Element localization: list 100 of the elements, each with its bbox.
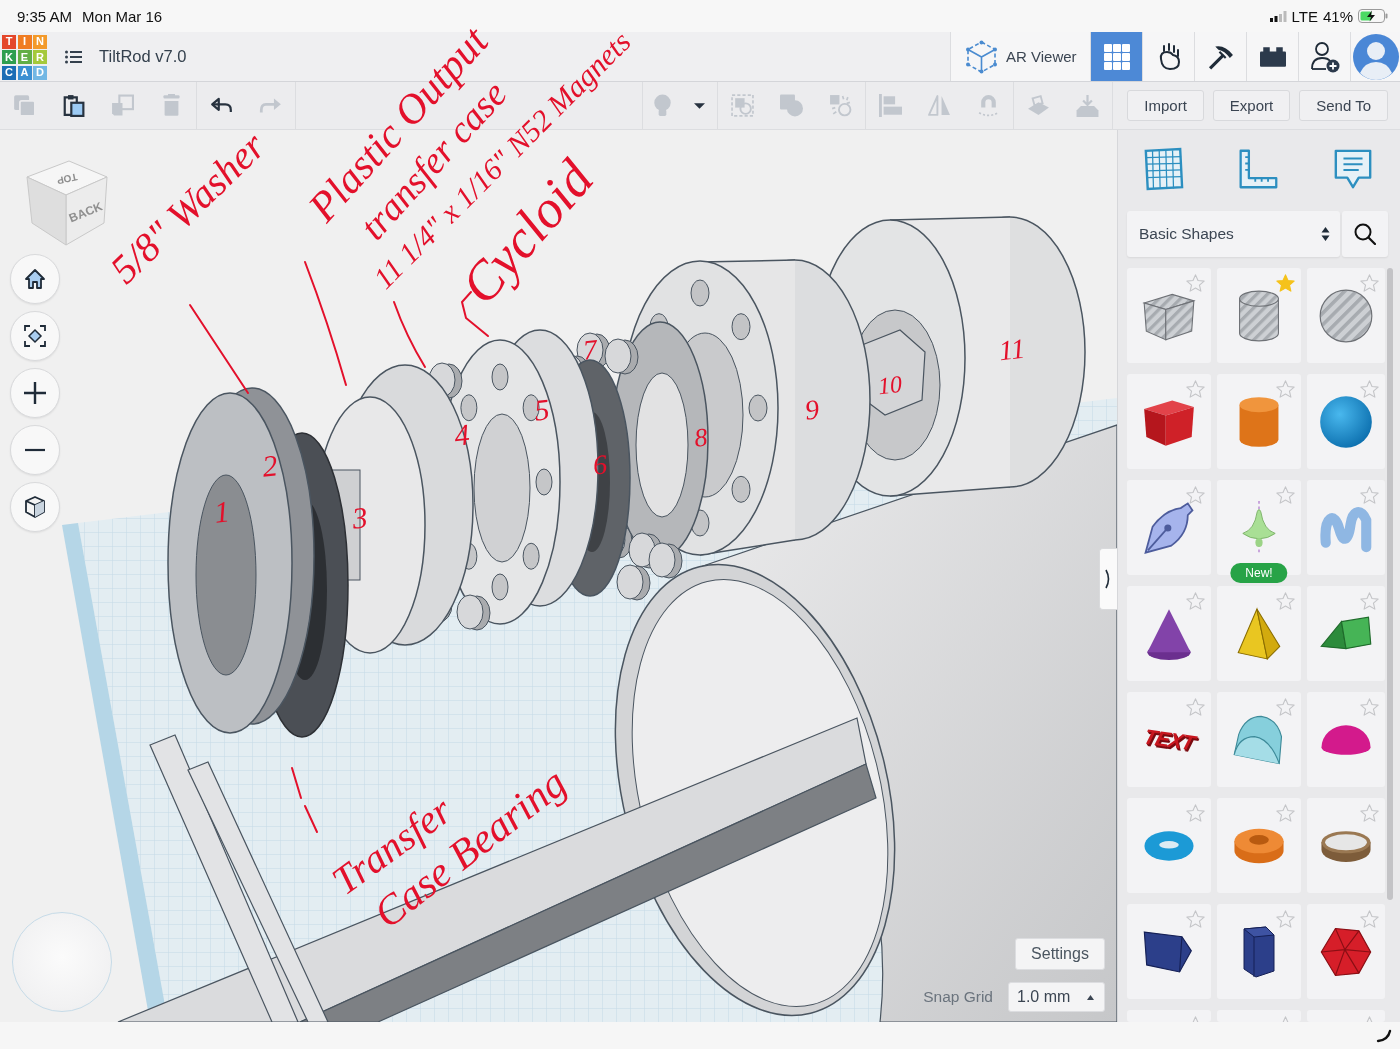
part-number: 6 bbox=[591, 450, 609, 480]
shape-tile[interactable] bbox=[1217, 268, 1301, 363]
toolbar-button[interactable]: Send To bbox=[1299, 90, 1388, 121]
battery-icon bbox=[1358, 9, 1388, 23]
wire-cube-icon bbox=[966, 39, 997, 74]
star-icon[interactable] bbox=[1186, 910, 1205, 928]
clipboard-icon bbox=[62, 94, 85, 117]
star-icon[interactable] bbox=[1360, 804, 1379, 822]
leader-line bbox=[291, 767, 318, 833]
nib-icon bbox=[1142, 500, 1196, 555]
logo-letter: N bbox=[33, 34, 47, 49]
shape-tile[interactable] bbox=[1217, 480, 1301, 575]
star-icon[interactable] bbox=[1186, 592, 1205, 610]
cube-face-label: BACK bbox=[67, 199, 105, 226]
grid-toggle-button[interactable] bbox=[1142, 146, 1184, 191]
star-icon[interactable] bbox=[1360, 592, 1379, 610]
shape-tile[interactable] bbox=[1307, 1010, 1385, 1022]
toolbar-button[interactable]: Export bbox=[1212, 90, 1291, 121]
search-button[interactable] bbox=[1342, 211, 1388, 257]
part-number: 4 bbox=[452, 419, 472, 451]
home-button[interactable] bbox=[10, 254, 60, 304]
shape-tile[interactable]: TEXT bbox=[1127, 692, 1211, 787]
magnet-pin bbox=[456, 594, 491, 631]
shape-tile[interactable] bbox=[1127, 268, 1211, 363]
shape-tile[interactable] bbox=[1307, 374, 1385, 469]
snap-grid-dropdown[interactable]: 1.0 mm bbox=[1008, 982, 1105, 1012]
shape-tile[interactable] bbox=[1127, 1010, 1211, 1022]
star-icon[interactable] bbox=[1276, 910, 1295, 928]
star-icon[interactable] bbox=[1186, 380, 1205, 398]
star-icon[interactable] bbox=[1276, 380, 1295, 398]
shape-tile[interactable] bbox=[1127, 374, 1211, 469]
star-icon[interactable] bbox=[1276, 486, 1295, 504]
sphere-icon bbox=[1319, 394, 1373, 449]
star-icon[interactable] bbox=[1276, 592, 1295, 610]
logo-letter: A bbox=[17, 65, 32, 80]
panel-collapse-button[interactable] bbox=[1099, 548, 1117, 610]
star-icon[interactable] bbox=[1360, 274, 1379, 292]
grid-view-button[interactable] bbox=[1090, 32, 1142, 81]
search-icon bbox=[1354, 223, 1376, 245]
shape-tile[interactable] bbox=[1217, 374, 1301, 469]
up-down-caret-icon bbox=[1321, 226, 1330, 242]
shape-tile[interactable] bbox=[1217, 692, 1301, 787]
add-user-icon bbox=[1309, 40, 1340, 73]
shape-tile[interactable] bbox=[1127, 586, 1211, 681]
library-dropdown[interactable]: Basic Shapes bbox=[1127, 211, 1340, 257]
logo-letter: E bbox=[17, 50, 32, 64]
star-icon[interactable] bbox=[1276, 804, 1295, 822]
chevron-right-icon bbox=[1105, 569, 1112, 589]
part-number: 5 bbox=[532, 394, 552, 426]
sphere-icon bbox=[1319, 288, 1373, 343]
fit-view-button[interactable] bbox=[10, 311, 60, 361]
logo-letter: I bbox=[17, 34, 32, 49]
shape-tile[interactable] bbox=[1307, 798, 1385, 893]
trash-icon bbox=[160, 94, 183, 117]
shape-tile[interactable] bbox=[1217, 798, 1301, 893]
shape-tile[interactable] bbox=[1307, 586, 1385, 681]
shape-tile[interactable] bbox=[1217, 1010, 1301, 1022]
star-icon[interactable] bbox=[1186, 804, 1205, 822]
list-menu-icon bbox=[65, 49, 82, 64]
star-icon[interactable] bbox=[1360, 486, 1379, 504]
shape-tile[interactable] bbox=[1127, 798, 1211, 893]
menu-button[interactable] bbox=[65, 49, 82, 64]
star-icon[interactable] bbox=[1276, 698, 1295, 716]
shape-tile[interactable] bbox=[1127, 480, 1211, 575]
text-shape-label: TEXT bbox=[1141, 724, 1197, 755]
workplane-icon bbox=[1027, 94, 1051, 117]
part-number: 7 bbox=[581, 335, 599, 365]
scattered-shapes-icon bbox=[829, 94, 853, 117]
logo-letter: R bbox=[33, 50, 47, 64]
star-icon[interactable] bbox=[1360, 698, 1379, 716]
shape-tile[interactable] bbox=[1217, 904, 1301, 999]
shape-tile[interactable] bbox=[1127, 904, 1211, 999]
copy-icon bbox=[13, 94, 36, 117]
logo-letter: C bbox=[2, 65, 16, 80]
star-icon[interactable] bbox=[1186, 698, 1205, 716]
signal-icon bbox=[1269, 10, 1287, 22]
shape-tile[interactable] bbox=[1307, 268, 1385, 363]
shape-tile[interactable] bbox=[1307, 692, 1385, 787]
document-title[interactable]: TiltRod v7.0 bbox=[99, 47, 187, 66]
logo-letter: D bbox=[33, 65, 47, 80]
part-number: 11 bbox=[997, 334, 1027, 366]
star-icon[interactable] bbox=[1186, 274, 1205, 292]
star-icon[interactable] bbox=[1360, 910, 1379, 928]
shape-tile[interactable] bbox=[1217, 586, 1301, 681]
corner-arc-icon bbox=[1376, 1028, 1392, 1043]
star-icon[interactable] bbox=[1360, 380, 1379, 398]
perspective-button[interactable] bbox=[10, 482, 60, 532]
shape-tile[interactable] bbox=[1307, 904, 1385, 999]
shape-tile[interactable] bbox=[1307, 480, 1385, 575]
zoom-in-button[interactable] bbox=[10, 368, 60, 418]
network-label: LTE bbox=[1291, 7, 1318, 25]
toolbar-button[interactable]: Import bbox=[1127, 90, 1204, 121]
zoom-out-button[interactable] bbox=[10, 425, 60, 475]
star-icon[interactable] bbox=[1186, 486, 1205, 504]
duplicate-icon bbox=[111, 94, 134, 117]
star-icon[interactable] bbox=[1276, 274, 1295, 292]
settings-button[interactable]: Settings bbox=[1015, 938, 1105, 970]
scrollbar[interactable] bbox=[1387, 268, 1393, 900]
snap-grid-label: Snap Grid bbox=[923, 988, 993, 1006]
mirror-icon bbox=[928, 94, 952, 117]
